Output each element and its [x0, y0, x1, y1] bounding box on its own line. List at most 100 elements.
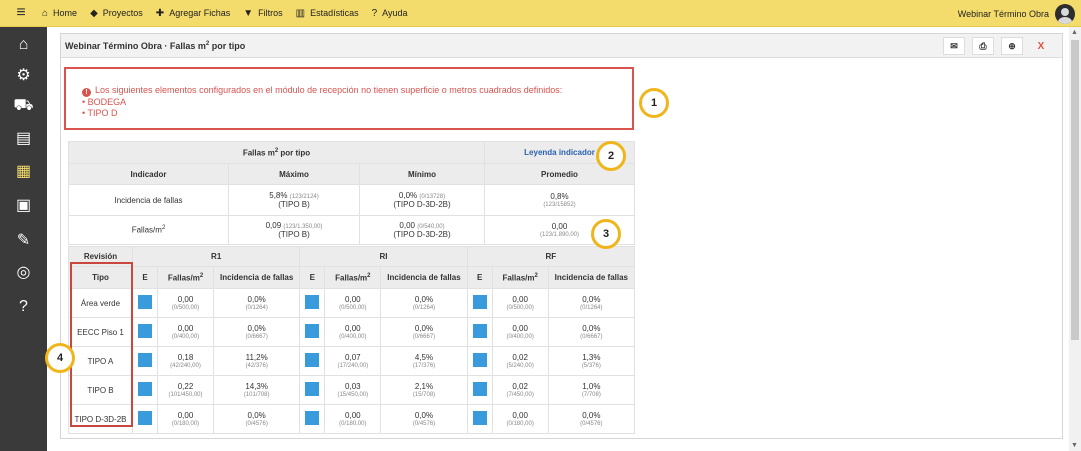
nav-estadisticas[interactable]: ▥ Estadísticas [296, 8, 359, 19]
avatar[interactable] [1055, 3, 1075, 24]
status-square[interactable] [138, 295, 152, 309]
subcol-header-label: E [476, 273, 483, 282]
status-square[interactable] [138, 353, 152, 367]
incidencia-cell: 1,0% (7/708) [547, 375, 636, 405]
status-square[interactable] [305, 411, 320, 425]
checklist-icon[interactable]: ▤ [0, 125, 47, 151]
vertical-scrollbar[interactable]: ▲ ▼ [1069, 27, 1081, 451]
filter-icon: ▼ [243, 7, 254, 19]
nav-home[interactable]: ⌂ Home [42, 8, 77, 19]
incidencia-cell-detail: (0/4576) [412, 421, 436, 427]
fallas-cell-detail: (0/180,00) [339, 421, 367, 427]
fallas-cell: 0,00 (0/180,00) [491, 404, 549, 434]
nav-ayuda[interactable]: ? Ayuda [372, 8, 408, 19]
alert-message: Los siguientes elementos configurados en… [95, 85, 563, 95]
indicator-label: Incidencia de fallas [68, 184, 229, 216]
status-square[interactable] [305, 353, 320, 367]
incidencia-cell-detail: (15/708) [412, 392, 436, 398]
marker-3: 3 [591, 219, 621, 249]
incidencia-cell: 14,3% (101/708) [212, 375, 301, 405]
incidencia-cell-detail: (17/376) [412, 363, 436, 369]
incidencia-cell-value: 0,0% [582, 324, 601, 333]
scroll-down-icon[interactable]: ▼ [1071, 442, 1078, 449]
subcol-header-label: Fallas/m [335, 273, 368, 283]
detail-table: Revisión R1 RI RF Tipo E Fallas/m2 Inciden… [68, 246, 636, 434]
status-square[interactable] [472, 382, 487, 396]
nav-estadisticas-label: Estadísticas [310, 8, 359, 18]
status-square[interactable] [472, 353, 487, 367]
nav-filtros[interactable]: ▼ Filtros [243, 8, 282, 19]
indicator-label-sup: 2 [161, 225, 166, 232]
home-icon[interactable]: ⌂ [0, 32, 47, 58]
email-button[interactable]: ✉ [943, 37, 965, 55]
scrollbar-thumb[interactable] [1071, 40, 1079, 340]
fallas-cell-value: 0,00 [177, 324, 194, 333]
status-cell [466, 317, 493, 347]
print-button[interactable]: ⎙ [972, 37, 994, 55]
scroll-up-icon[interactable]: ▲ [1071, 29, 1078, 36]
page-title-text: Webinar Término Obra · Fallas m [65, 40, 206, 51]
report-search-icon[interactable]: ▦ [0, 158, 47, 184]
incidencia-cell-detail: (7/708) [581, 392, 601, 398]
fallas-cell: 0,00 (0/400,00) [324, 317, 382, 347]
min-line: 0,0% (0/13728) [360, 191, 484, 200]
page-title-suffix: por tipo [209, 40, 246, 51]
col-maximo: Máximo [228, 163, 360, 185]
fallas-cell-value: 0,00 [512, 411, 528, 420]
subcol-header-label: E [309, 273, 315, 282]
subcol-header: E [299, 266, 326, 289]
fallas-cell: 0,00 (0/400,00) [157, 317, 214, 347]
fallas-cell-value: 0,03 [345, 382, 361, 391]
id-card-check-icon[interactable]: ▣ [0, 192, 47, 218]
help-icon[interactable]: ? [0, 294, 47, 320]
subcol-header: Fallas/m2 [157, 266, 214, 289]
incidencia-cell-value: 0,0% [582, 295, 601, 304]
tools-icon[interactable]: ✎ [0, 227, 47, 253]
legend-link[interactable]: Leyenda indicador [524, 148, 595, 157]
status-square[interactable] [472, 295, 487, 309]
status-square[interactable] [138, 382, 152, 396]
hamburger-icon[interactable]: ≡ [0, 4, 42, 22]
analytics-search-icon[interactable]: ◎ [0, 259, 47, 285]
fallas-cell-detail: (0/500,00) [506, 305, 534, 311]
close-icon: X [1037, 40, 1045, 52]
incidencia-cell-detail: (5/376) [581, 363, 601, 369]
incidencia-cell: 2,1% (15/708) [380, 375, 468, 405]
panel-header: Webinar Término Obra · Fallas m2 por tip… [61, 34, 1062, 58]
incidencia-cell-value: 0,0% [414, 295, 434, 304]
incidencia-cell: 0,0% (0/1264) [380, 288, 468, 318]
status-square[interactable] [305, 382, 320, 396]
incidencia-cell: 0,0% (0/4576) [380, 404, 468, 434]
fallas-cell-value: 0,00 [512, 295, 528, 304]
status-square[interactable] [472, 411, 487, 425]
summary-row: Fallas/m2 0,09 (123/1.350,00) (TIPO B) 0,… [68, 215, 635, 245]
question-icon: ? [371, 7, 378, 19]
user-menu[interactable]: Webinar Término Obra [958, 0, 1075, 27]
incidencia-cell-detail: (0/1264) [412, 305, 436, 311]
status-cell [132, 288, 158, 318]
gears-icon[interactable]: ⚙ [0, 62, 47, 88]
status-square[interactable] [138, 411, 152, 425]
status-square[interactable] [138, 324, 152, 338]
fallas-cell-detail: (0/500,00) [171, 305, 200, 311]
status-square[interactable] [472, 324, 487, 338]
incidencia-cell-detail: (0/4576) [580, 421, 603, 427]
close-button[interactable]: X [1030, 37, 1052, 55]
incidencia-cell-value: 11,2% [245, 353, 268, 362]
printer-icon: ⎙ [979, 40, 987, 51]
avg-cell: 0,8% (123/15852) [484, 184, 635, 216]
download-button[interactable]: ⊕ [1001, 37, 1023, 55]
max-cell: 0,09 (123/1.350,00) (TIPO B) [228, 215, 360, 245]
max-line: 0,09 (123/1.350,00) [229, 221, 359, 230]
status-square[interactable] [305, 295, 320, 309]
fallas-cell: 0,03 (15/450,00) [324, 375, 382, 405]
incidencia-cell: 0,0% (0/1264) [212, 288, 301, 318]
subcol-header-label: Incidencia de fallas [554, 273, 629, 282]
status-square[interactable] [305, 324, 320, 338]
status-cell [466, 346, 493, 376]
truck-icon[interactable]: ⛟ [0, 93, 47, 119]
incidencia-cell-detail: (0/1264) [245, 305, 268, 311]
nav-proyectos[interactable]: ◆ Proyectos [90, 8, 143, 19]
nav-agregar-fichas[interactable]: ✚ Agregar Fichas [156, 8, 230, 19]
subcol-header: E [466, 266, 493, 289]
